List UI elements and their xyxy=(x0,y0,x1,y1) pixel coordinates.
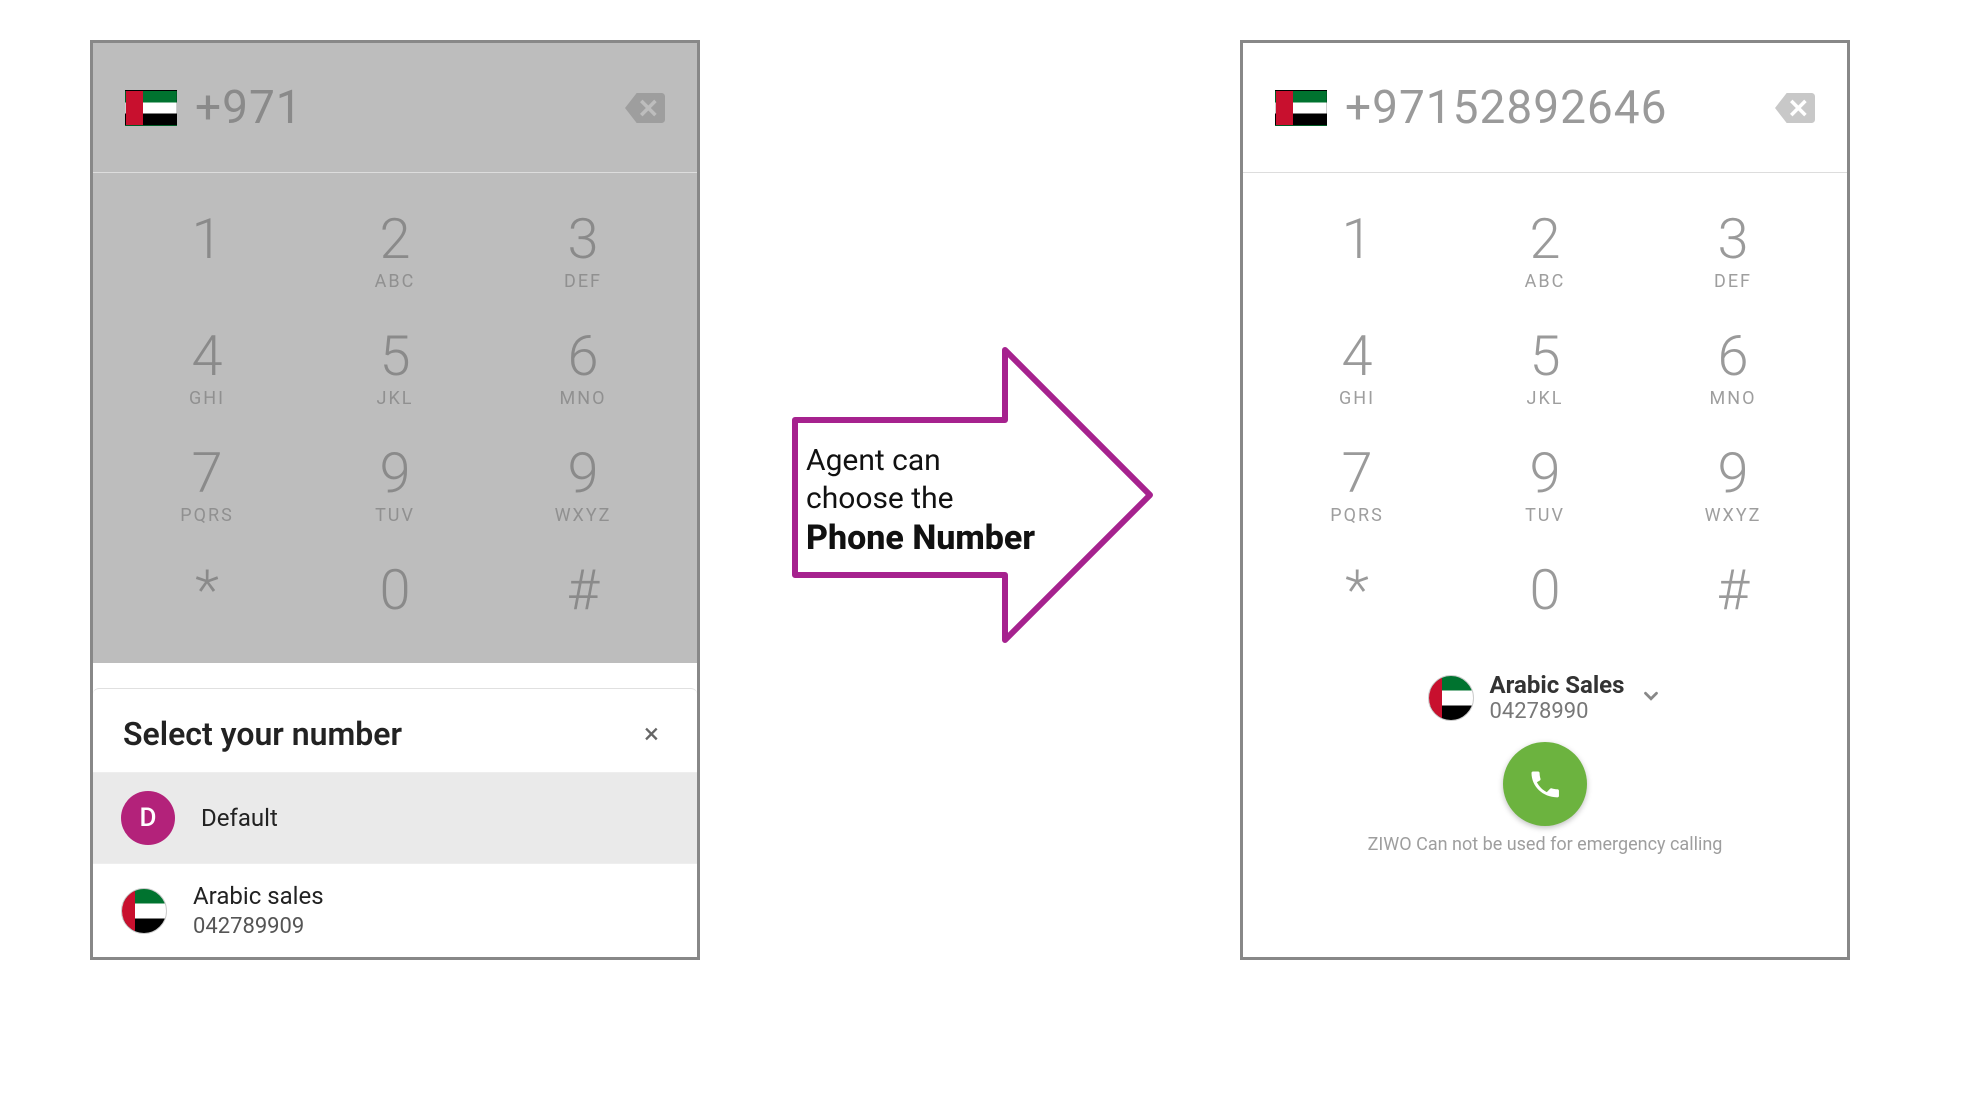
uae-flag-icon xyxy=(1275,90,1327,126)
display-row: +971 xyxy=(93,43,697,173)
key-7[interactable]: 7PQRS xyxy=(1263,423,1451,540)
display-row: +97152892646 xyxy=(1243,43,1847,173)
number-option[interactable]: D Default xyxy=(93,772,697,863)
key-#[interactable]: # xyxy=(489,540,677,657)
uae-flag-icon xyxy=(125,90,177,126)
dialer-after: +97152892646 1 2ABC3DEF 4GHI5JKL6MNO 7PQRS… xyxy=(1240,40,1850,960)
close-icon[interactable]: × xyxy=(636,713,667,754)
key-4[interactable]: 4GHI xyxy=(1263,306,1451,423)
key-2[interactable]: 2ABC xyxy=(301,189,489,306)
sheet-title: Select your number xyxy=(123,715,402,753)
dialer-before: +971 1 2ABC3DEF 4GHI5JKL6MNO 7PQRS9TUV9WXY… xyxy=(90,40,700,960)
call-button[interactable] xyxy=(1503,742,1587,826)
key-9[interactable]: 9WXYZ xyxy=(1639,423,1827,540)
number-option[interactable]: Arabic sales 042789909 xyxy=(93,863,697,957)
default-avatar: D xyxy=(121,791,175,845)
uae-flag-icon xyxy=(1428,675,1474,721)
key-5[interactable]: 5JKL xyxy=(1451,306,1639,423)
key-9[interactable]: 9TUV xyxy=(1451,423,1639,540)
key-#[interactable]: # xyxy=(1639,540,1827,657)
uae-flag-icon xyxy=(121,888,167,934)
key-5[interactable]: 5JKL xyxy=(301,306,489,423)
key-1[interactable]: 1 xyxy=(1263,189,1451,306)
chevron-down-icon[interactable] xyxy=(1640,685,1662,711)
backspace-icon[interactable] xyxy=(1771,90,1819,126)
key-*[interactable]: * xyxy=(1263,540,1451,657)
number-select-sheet: Select your number × D Default Arabic sale… xyxy=(93,688,697,957)
key-4[interactable]: 4GHI xyxy=(113,306,301,423)
keypad: 1 2ABC3DEF4GHI5JKL6MNO7PQRS9TUV9WXYZ* 0 … xyxy=(1243,173,1847,663)
key-0[interactable]: 0 xyxy=(301,540,489,657)
key-2[interactable]: 2ABC xyxy=(1451,189,1639,306)
key-*[interactable]: * xyxy=(113,540,301,657)
key-0[interactable]: 0 xyxy=(1451,540,1639,657)
emergency-disclaimer: ZIWO Can not be used for emergency calli… xyxy=(1243,834,1847,869)
key-3[interactable]: 3DEF xyxy=(489,189,677,306)
caller-number: 04278990 xyxy=(1490,699,1625,724)
key-6[interactable]: 6MNO xyxy=(489,306,677,423)
key-9[interactable]: 9WXYZ xyxy=(489,423,677,540)
option-number: 042789909 xyxy=(193,914,324,939)
key-7[interactable]: 7PQRS xyxy=(113,423,301,540)
backspace-icon[interactable] xyxy=(621,90,669,126)
caller-name: Arabic Sales xyxy=(1490,671,1625,699)
phone-number-display: +971 xyxy=(195,81,621,135)
keypad: 1 2ABC3DEF4GHI5JKL6MNO7PQRS9TUV9WXYZ* 0 … xyxy=(93,173,697,663)
option-label: Default xyxy=(201,804,278,832)
annotation-text: Agent can choose the Phone Number xyxy=(806,442,1035,560)
phone-number-display: +97152892646 xyxy=(1345,81,1771,135)
caller-id-selector[interactable]: Arabic Sales 04278990 xyxy=(1243,663,1847,728)
key-3[interactable]: 3DEF xyxy=(1639,189,1827,306)
key-1[interactable]: 1 xyxy=(113,189,301,306)
option-label: Arabic sales xyxy=(193,882,324,910)
key-6[interactable]: 6MNO xyxy=(1639,306,1827,423)
key-9[interactable]: 9TUV xyxy=(301,423,489,540)
